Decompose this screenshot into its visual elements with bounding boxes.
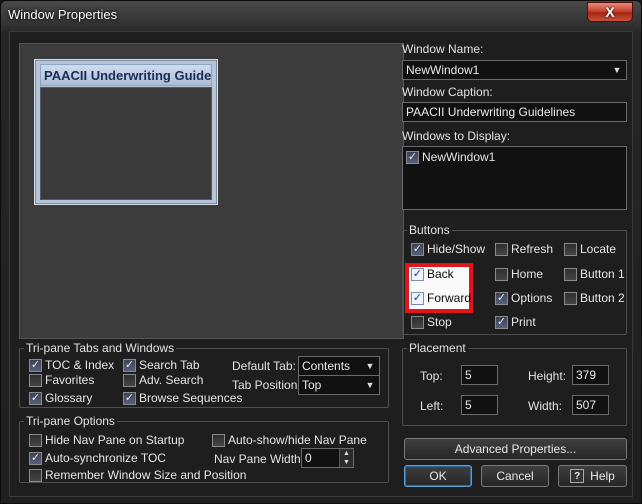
close-button[interactable]: X: [587, 2, 633, 22]
top-input[interactable]: 5: [461, 365, 498, 385]
checkbox-auto-sync-toc[interactable]: ✓ Auto-synchronize TOC: [29, 451, 166, 465]
window-name-value: NewWindow1: [406, 63, 480, 77]
tripane-tabs-title: Tri-pane Tabs and Windows: [24, 341, 177, 355]
tab-position-select[interactable]: Top ▼: [298, 375, 380, 395]
checkbox-icon[interactable]: ✓: [29, 391, 42, 405]
nav-pane-width-stepper[interactable]: 0 ▲ ▼: [301, 448, 354, 468]
preview-mini-body: [40, 87, 212, 200]
checkbox-toc-index[interactable]: ✓ TOC & Index: [29, 358, 114, 372]
window-preview: PAACII Underwriting Guide: [19, 43, 404, 339]
checkbox-icon[interactable]: [564, 242, 577, 256]
checkbox-stop[interactable]: Stop: [411, 315, 452, 329]
checkbox-icon[interactable]: ✓: [495, 291, 508, 305]
checkbox-hide-nav-pane[interactable]: Hide Nav Pane on Startup: [29, 433, 184, 447]
checkbox-icon[interactable]: ✓: [123, 358, 136, 372]
checkbox-icon[interactable]: [495, 267, 508, 281]
default-tab-select[interactable]: Contents ▼: [298, 356, 380, 376]
dialog-body: PAACII Underwriting Guide Window Name: N…: [9, 31, 633, 497]
window-name-combo[interactable]: NewWindow1 ▼: [402, 60, 627, 80]
list-item[interactable]: ✓ NewWindow1: [406, 150, 495, 164]
checkbox-forward[interactable]: ✓ Forward: [411, 291, 471, 305]
checkbox-icon[interactable]: [123, 373, 136, 387]
windows-to-display-label: Windows to Display:: [402, 129, 511, 143]
height-label: Height:: [528, 369, 567, 383]
nav-pane-width-label: Nav Pane Width:: [214, 452, 305, 466]
help-button[interactable]: ? Help: [558, 465, 627, 487]
checkbox-refresh[interactable]: Refresh: [495, 242, 553, 256]
placement-group-title: Placement: [407, 341, 468, 355]
checkbox-icon[interactable]: ✓: [411, 291, 424, 305]
window-properties-dialog: Window Properties X PAACII Underwriting …: [0, 0, 642, 504]
checkbox-icon[interactable]: ✓: [29, 451, 42, 465]
chevron-down-icon[interactable]: ▼: [361, 376, 379, 394]
checkbox-icon[interactable]: ✓: [29, 358, 42, 372]
checkbox-adv-search[interactable]: Adv. Search: [123, 373, 203, 387]
checkbox-button-1[interactable]: Button 1: [564, 267, 625, 281]
checkbox-icon[interactable]: [29, 373, 42, 387]
ok-button[interactable]: OK: [404, 465, 472, 487]
preview-mini-window: PAACII Underwriting Guide: [34, 59, 218, 205]
buttons-group-title: Buttons: [407, 223, 452, 237]
checkbox-icon[interactable]: ✓: [123, 391, 136, 405]
spinner-arrows-icon[interactable]: ▲ ▼: [339, 449, 353, 467]
checkbox-button-2[interactable]: Button 2: [564, 291, 625, 305]
window-caption-label: Window Caption:: [402, 85, 493, 99]
left-input[interactable]: 5: [461, 395, 498, 415]
default-tab-label: Default Tab:: [232, 359, 296, 373]
checkbox-icon[interactable]: ✓: [406, 150, 419, 164]
checkbox-hide-show[interactable]: ✓ Hide/Show: [411, 242, 485, 256]
chevron-down-icon[interactable]: ▼: [361, 357, 379, 375]
checkbox-icon[interactable]: [29, 468, 42, 482]
checkbox-glossary[interactable]: ✓ Glossary: [29, 391, 92, 405]
chevron-down-icon[interactable]: ▼: [608, 61, 626, 79]
close-icon: X: [605, 4, 615, 20]
checkbox-icon[interactable]: [495, 242, 508, 256]
window-name-label: Window Name:: [402, 42, 484, 56]
checkbox-remember-size[interactable]: Remember Window Size and Position: [29, 468, 246, 482]
checkbox-home[interactable]: Home: [495, 267, 543, 281]
preview-mini-title: PAACII Underwriting Guide: [40, 64, 212, 86]
checkbox-icon[interactable]: ✓: [411, 242, 424, 256]
checkbox-icon[interactable]: ✓: [495, 315, 508, 329]
checkbox-search-tab[interactable]: ✓ Search Tab: [123, 358, 200, 372]
checkbox-options[interactable]: ✓ Options: [495, 291, 552, 305]
help-icon: ?: [570, 469, 585, 483]
tripane-options-title: Tri-pane Options: [24, 414, 117, 428]
checkbox-icon[interactable]: ✓: [411, 267, 424, 281]
checkbox-icon[interactable]: [564, 267, 577, 281]
width-label: Width:: [528, 399, 563, 413]
height-input[interactable]: 379: [572, 365, 609, 385]
windows-to-display-list[interactable]: ✓ NewWindow1: [402, 146, 627, 210]
checkbox-locate[interactable]: Locate: [564, 242, 616, 256]
checkbox-back[interactable]: ✓ Back: [411, 267, 454, 281]
checkbox-icon[interactable]: [212, 433, 225, 447]
width-input[interactable]: 507: [572, 395, 609, 415]
top-label: Top:: [420, 369, 443, 383]
checkbox-icon[interactable]: [564, 291, 577, 305]
window-caption-input[interactable]: PAACII Underwriting Guidelines: [402, 102, 627, 122]
tab-position-label: Tab Position:: [232, 378, 301, 392]
checkbox-favorites[interactable]: Favorites: [29, 373, 94, 387]
checkbox-auto-show-hide[interactable]: Auto-show/hide Nav Pane: [212, 433, 367, 447]
checkbox-icon[interactable]: [29, 433, 42, 447]
advanced-properties-button[interactable]: Advanced Properties...: [404, 438, 627, 460]
window-caption-value: PAACII Underwriting Guidelines: [406, 105, 576, 119]
checkbox-icon[interactable]: [411, 315, 424, 329]
title-bar[interactable]: Window Properties X: [1, 1, 641, 31]
left-label: Left:: [420, 399, 444, 413]
checkbox-browse-sequences[interactable]: ✓ Browse Sequences: [123, 391, 242, 405]
window-title: Window Properties: [8, 7, 118, 22]
cancel-button[interactable]: Cancel: [481, 465, 549, 487]
checkbox-print[interactable]: ✓ Print: [495, 315, 536, 329]
